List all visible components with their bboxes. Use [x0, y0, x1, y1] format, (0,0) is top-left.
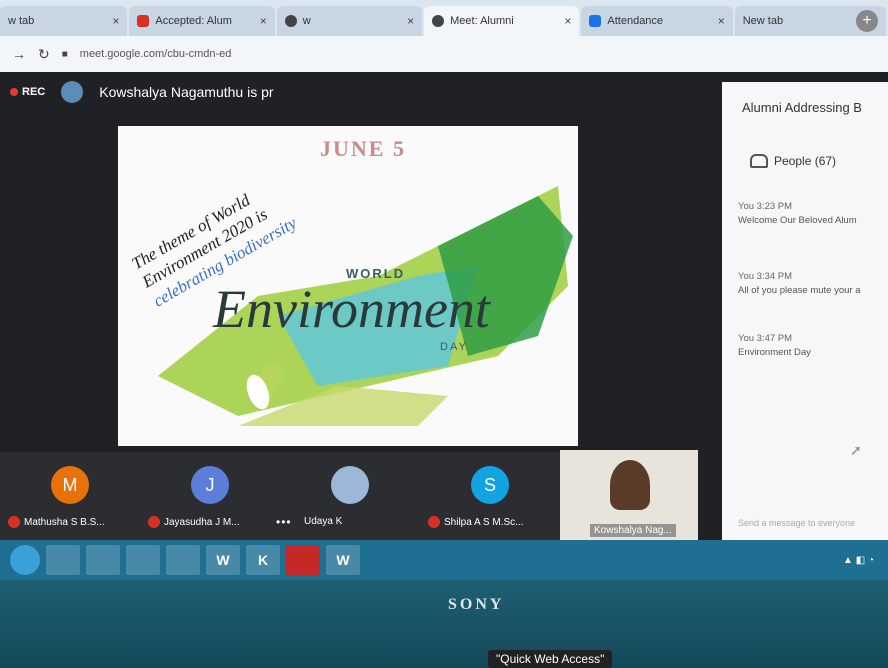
- people-label: People (67): [774, 154, 837, 168]
- avatar: M: [51, 466, 89, 504]
- browser-tabbar: w tab × Accepted: Alum × w × Meet: Alumn…: [0, 0, 888, 36]
- tab-label: w: [302, 15, 311, 27]
- recording-indicator: REC: [10, 86, 45, 98]
- participant-strip: M Mathusha S B.S... J Jayasudha J M... •…: [0, 452, 560, 542]
- people-icon: [750, 154, 768, 168]
- participant-name: Shilpa A S M.Sc...: [428, 516, 523, 528]
- mic-off-icon: [428, 516, 440, 528]
- avatar: [331, 466, 369, 504]
- brand-logo: SONY: [448, 596, 505, 613]
- mic-off-icon: [148, 516, 160, 528]
- tab-label: Meet: Alumni: [450, 15, 514, 27]
- tab-label: w tab: [8, 15, 35, 27]
- more-options-icon[interactable]: •••: [276, 515, 292, 529]
- forward-icon[interactable]: →: [12, 46, 26, 62]
- record-icon: [10, 88, 18, 96]
- name-label: Udaya K: [304, 516, 343, 527]
- presenter-avatar: [61, 81, 84, 103]
- tab-meet[interactable]: Meet: Alumni ×: [424, 6, 580, 36]
- mouse-cursor-icon: ➚: [850, 442, 862, 458]
- message-text: Environment Day: [738, 347, 811, 359]
- message-meta: You 3:47 PM: [738, 333, 793, 344]
- tab-doc[interactable]: Attendance ×: [581, 6, 733, 36]
- slide-day: DAY: [440, 341, 468, 353]
- participant-tile[interactable]: M Mathusha S B.S...: [0, 452, 140, 542]
- meet-icon: [432, 15, 445, 27]
- close-icon[interactable]: ×: [407, 14, 414, 28]
- doc-icon: [589, 15, 602, 27]
- self-video-tile[interactable]: Kowshalya Nag...: [560, 450, 698, 544]
- presenting-text: Kowshalya Nagamuthu is pr: [99, 84, 274, 100]
- pdf-icon[interactable]: [286, 545, 320, 575]
- chat-message: You 3:34 PM All of you please mute your …: [738, 270, 888, 299]
- slide-date: JUNE 5: [320, 136, 406, 161]
- meet-window: REC Kowshalya Nagamuthu is pr JUNE 5 The…: [0, 72, 888, 552]
- chat-input[interactable]: Send a message to everyone: [738, 518, 878, 532]
- self-video: [610, 460, 650, 510]
- name-label: Jayasudha J M...: [164, 516, 240, 528]
- ie-icon[interactable]: [46, 545, 80, 575]
- mic-off-icon: [8, 516, 20, 528]
- tab-search[interactable]: w ×: [276, 6, 423, 36]
- self-name: Kowshalya Nag...: [590, 524, 676, 537]
- folder-icon[interactable]: [86, 545, 120, 575]
- tab-1[interactable]: w tab ×: [0, 6, 128, 36]
- media-icon[interactable]: [126, 545, 160, 575]
- presentation-slide: JUNE 5 The theme of World Environment 20…: [118, 126, 578, 446]
- people-button[interactable]: People (67): [750, 154, 836, 168]
- message-meta: You 3:34 PM: [738, 271, 793, 282]
- new-tab-button[interactable]: +: [856, 10, 878, 32]
- close-icon[interactable]: ×: [718, 14, 725, 28]
- participant-name: Mathusha S B.S...: [8, 516, 105, 528]
- close-icon[interactable]: ×: [564, 14, 571, 28]
- slide-environment: Environment: [213, 279, 490, 339]
- chat-message: You 3:47 PM Environment Day: [738, 332, 888, 361]
- address-bar: → ↻ ■ meet.google.com/cbu-cmdn-ed: [0, 36, 888, 72]
- name-label: Shilpa A S M.Sc...: [444, 516, 524, 528]
- word-icon-2[interactable]: W: [326, 545, 360, 575]
- tab-gmail[interactable]: Accepted: Alum ×: [129, 6, 275, 36]
- message-meta: You 3:23 PM: [738, 201, 793, 212]
- tab-label: Accepted: Alum: [155, 15, 232, 27]
- gmail-icon: [137, 15, 150, 27]
- name-label: Mathusha S B.S...: [24, 516, 105, 528]
- avatar: J: [191, 466, 229, 504]
- screen: w tab × Accepted: Alum × w × Meet: Alumn…: [0, 0, 888, 580]
- participant-tile[interactable]: J Jayasudha J M...: [140, 452, 280, 542]
- windows-taskbar: W K W ▲ ◧ ◔: [0, 540, 888, 580]
- url-field[interactable]: meet.google.com/cbu-cmdn-ed: [80, 48, 232, 60]
- meet-header: REC Kowshalya Nagamuthu is pr: [0, 72, 720, 112]
- message-text: All of you please mute your a: [738, 285, 861, 297]
- system-tray[interactable]: ▲ ◧ ◔: [843, 555, 874, 566]
- participant-tile[interactable]: ••• Udaya K: [276, 452, 420, 542]
- app-k-icon[interactable]: K: [246, 545, 280, 575]
- participant-name: Jayasudha J M...: [148, 516, 240, 528]
- participant-name: Udaya K: [304, 516, 342, 527]
- search-icon: [284, 15, 297, 27]
- message-text: Welcome Our Beloved Alum: [738, 215, 857, 227]
- avatar: S: [471, 466, 509, 504]
- close-icon[interactable]: ×: [112, 14, 119, 28]
- laptop-bezel: [0, 580, 888, 668]
- watermark-text: "Quick Web Access": [488, 650, 613, 668]
- rec-label: REC: [22, 86, 46, 98]
- chat-panel: Alumni Addressing B People (67) You 3:23…: [722, 82, 888, 552]
- reload-icon[interactable]: ↻: [38, 46, 50, 63]
- tab-label: New tab: [742, 15, 784, 27]
- word-icon[interactable]: W: [206, 545, 240, 575]
- meeting-title: Alumni Addressing B: [742, 100, 862, 115]
- start-button[interactable]: [10, 545, 40, 575]
- close-icon[interactable]: ×: [260, 14, 267, 28]
- lock-icon: ■: [61, 48, 68, 60]
- tab-label: Attendance: [607, 15, 664, 27]
- participant-tile[interactable]: S Shilpa A S M.Sc...: [420, 452, 560, 542]
- chat-message: You 3:23 PM Welcome Our Beloved Alum: [738, 200, 888, 229]
- chrome-icon[interactable]: [166, 545, 200, 575]
